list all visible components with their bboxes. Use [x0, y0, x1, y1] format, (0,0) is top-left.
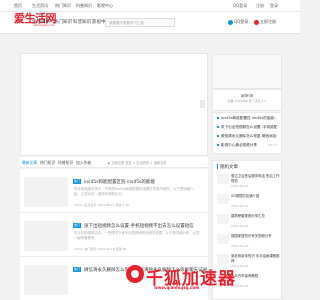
rec-date: 2023-06-27 [231, 184, 249, 188]
topnav-login[interactable]: 登录 [270, 3, 278, 9]
bullet-icon [217, 126, 219, 128]
menu-item-science[interactable]: 科普知识 [73, 19, 91, 25]
post-item[interactable]: 热门 ins45s和能配置区别 ins45s的能能 在平板电脑市场中，不同的in… [20, 169, 208, 213]
article-tabbar: 最新文章 热门知识 科普知识 加入作者 ▶ 当前位置 首页 > 生活资讯 > 最… [20, 157, 208, 168]
bullet-icon [217, 144, 219, 146]
sidebar-article-list: ins45s和能配置性 ins45s的能能 02-15 张下出出短视频怎么设置 -… [212, 112, 282, 154]
slider-next-arrow-icon[interactable] [200, 100, 205, 108]
sidebar-article-date: 02-15 [268, 116, 277, 120]
rec-thumbnail[interactable] [217, 174, 229, 184]
post-badge: 热门 [73, 223, 81, 228]
menu-item-home[interactable]: 首页 [14, 19, 23, 25]
topnav-register[interactable]: 注册 [256, 3, 264, 9]
qq-login-button[interactable]: QQ登录 [228, 19, 248, 25]
rec-item[interactable]: 惠达卫浴售后服务电话 售后工作规范 2023-06-27 [231, 174, 281, 194]
sidebar-article-item[interactable]: 微信清永久删除怎么恢复-微信添加 02-16 [217, 134, 279, 143]
post-excerpt: 在手机的视频当中，一些情况下来不出短视频短信情况设置，以下是详细分析，让您一起来… [74, 231, 200, 240]
rec-item[interactable]: 建筑荣耀视频分享汇总 2023-06-22 [231, 214, 281, 234]
rec-date: 2023-06-22 [231, 224, 249, 228]
qq-icon [228, 19, 233, 25]
menu-item-hot[interactable]: 热门知识 [54, 19, 72, 25]
fox-logo-icon [126, 265, 144, 283]
user-icon [254, 19, 259, 25]
qq-login-label: QQ登录 [234, 19, 249, 24]
rec-title: 建筑荣耀视频分享汇总 [231, 214, 265, 218]
featured-slider[interactable] [20, 53, 208, 156]
rec-item[interactable]: 德国家居知识有关视频分享 2023-06-23 [231, 234, 281, 254]
post-thumbnail[interactable] [24, 265, 68, 295]
topnav-link-video[interactable]: 影视中心 [97, 3, 113, 9]
topnav-link-home[interactable]: 首页 [14, 3, 22, 9]
watermark: 千狐加速器 www.qianhujsq.com [126, 262, 266, 292]
rec-title: 德国家居知识有关视频分享 [231, 234, 272, 238]
menu-item-life[interactable]: 生活资讯 [32, 19, 50, 25]
rec-item[interactable]: SC眼镜的店铺介绍 2023-06-21 [231, 194, 281, 214]
rec-title: SC眼镜的店铺介绍 [231, 194, 260, 198]
post-meta: admin 热门知识 2023-06-18 阅读 86 [74, 247, 127, 251]
sidebar-article-date: 02-17 [268, 125, 277, 129]
sidebar-article-title: ins45s和能配置性 ins45s的能能 [221, 116, 275, 120]
rec-date: 2023-06-23 [231, 244, 249, 248]
bullet-icon [217, 135, 219, 137]
tab-latest[interactable]: 最新文章 [22, 160, 37, 166]
rec-thumbnail[interactable] [217, 214, 229, 224]
sidebar-article-item[interactable]: 张下出出短视频怎么设置 -手机能配 02-17 [217, 125, 279, 134]
post-badge: 热门 [73, 179, 81, 184]
rec-thumbnail[interactable] [217, 194, 229, 204]
topnav-link-hot[interactable]: 热门知识 [55, 3, 71, 9]
breadcrumb: ▶ 当前位置 首页 > 生活资讯 > 最新文章 [108, 161, 167, 165]
panel-title: 随机文章 [217, 164, 238, 170]
rec-thumbnail[interactable] [217, 234, 229, 244]
watermark-url: www.qianhujsq.com [154, 285, 200, 290]
post-badge: 热门 [73, 267, 81, 272]
tab-science[interactable]: 科普知识 [58, 160, 73, 166]
sidebar-banner [212, 54, 282, 89]
tab-hot[interactable]: 热门知识 [40, 160, 55, 166]
sidebar-article-title: 影视中心最全视频分享 [221, 143, 257, 147]
sidebar-article-item[interactable]: 影视中心最全视频分享 02-17 [217, 143, 279, 152]
register-label: 立即注册 [260, 19, 276, 24]
sidebar-article-date: 02-16 [268, 134, 277, 138]
user-info-box: admin 文章 1123468 篇 | 评论 1.2 [212, 89, 282, 111]
search-input[interactable]: 我需要不需要学习之前 [105, 18, 175, 27]
post-title[interactable]: ins45s和能配置区别 ins45s的能能 [84, 179, 155, 185]
post-excerpt: 在平板电脑市场中，不同的ins45s和能配置的设置方式各不相同，以下是详细介绍，… [74, 187, 194, 196]
topnav-qq-login[interactable]: QQ登录 [233, 3, 247, 9]
rec-date: 2023-06-21 [231, 204, 249, 208]
bullet-icon [217, 117, 219, 119]
top-nav: 首页 生活资讯 热门知识 科普知识 影视中心 QQ登录 注册 登录 [0, 0, 300, 12]
register-button[interactable]: 立即注册 [254, 19, 276, 25]
sidebar-article-date: 02-17 [268, 143, 277, 147]
tab-join-author[interactable]: 加入作者 [76, 160, 91, 166]
topnav-link-science[interactable]: 科普知识 [76, 3, 92, 9]
post-item[interactable]: 热门 张下出短视频怎么设置-手机短视频不出去怎么设置短信 在手机的视频当中，一些… [20, 213, 208, 257]
sidebar-article-item[interactable]: ins45s和能配置性 ins45s的能能 02-15 [217, 116, 279, 125]
topnav-link-life[interactable]: 生活资讯 [32, 3, 48, 9]
post-thumbnail[interactable] [24, 221, 68, 251]
post-meta: admin 生活资讯 2023-06-17 阅读 1.2K [74, 203, 130, 207]
post-title[interactable]: 张下出短视频怎么设置-手机短视频不出去怎么设置短信 [84, 223, 194, 229]
user-name: admin [240, 93, 254, 98]
user-stats: 文章 1123468 篇 | 评论 1.2 [227, 99, 267, 103]
post-thumbnail[interactable] [24, 177, 68, 207]
rec-title: 惠达卫浴售后服务电话 售后工作规范 [231, 174, 280, 183]
